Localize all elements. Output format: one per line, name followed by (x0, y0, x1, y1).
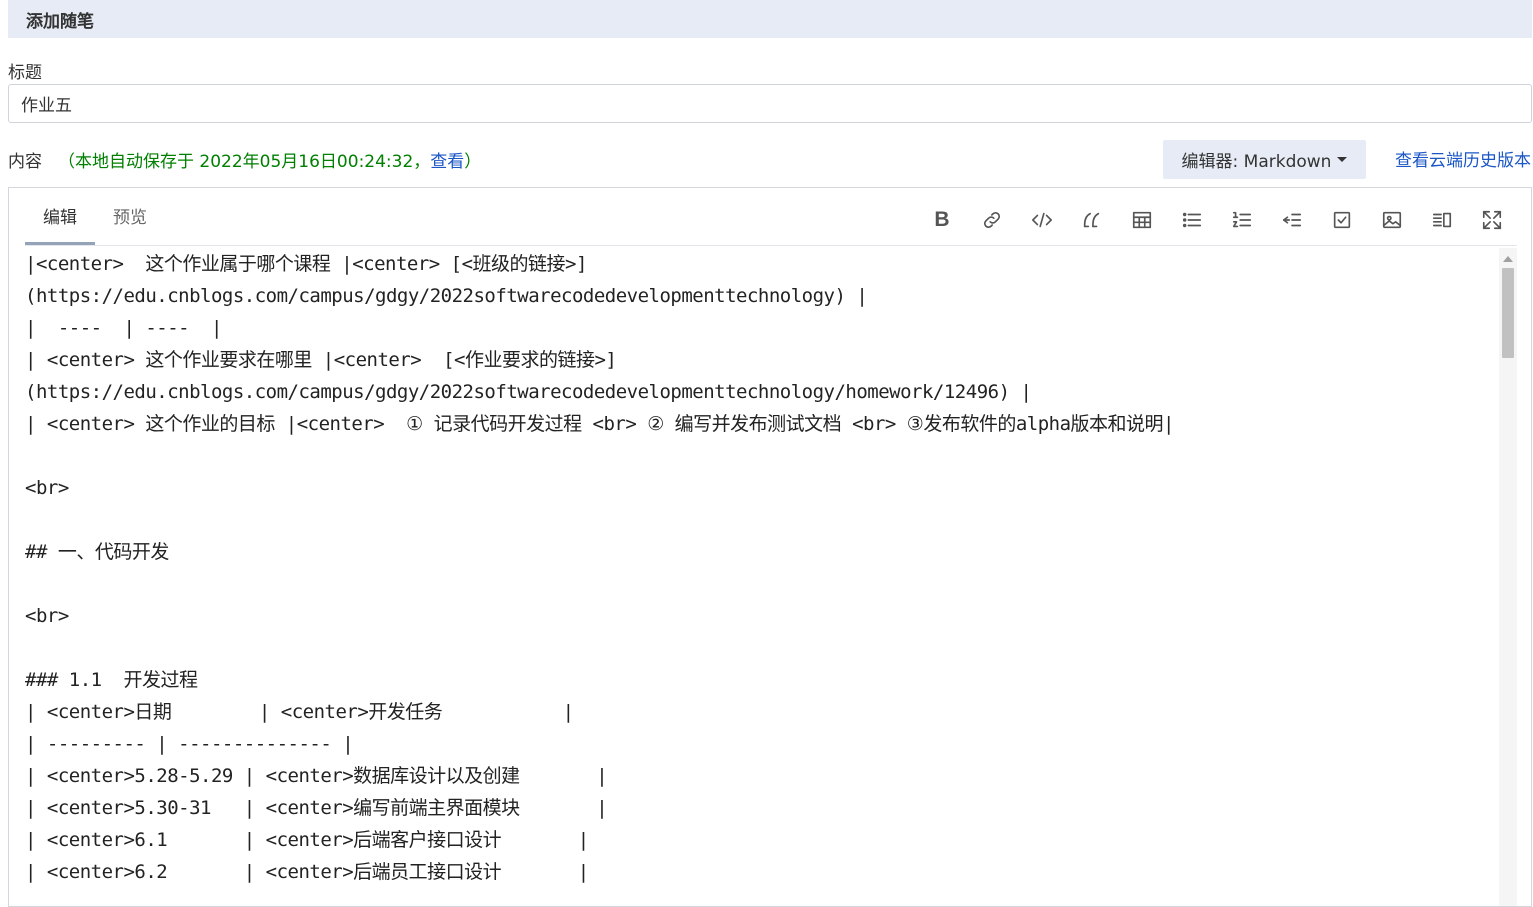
editor-line: | <center> 这个作业的目标 |<center> ① 记录代码开发过程 … (25, 413, 1174, 435)
scroll-up-arrow-icon[interactable] (1503, 256, 1513, 262)
tabs-divider (25, 245, 1517, 246)
quote-button[interactable] (1067, 202, 1117, 238)
editor-line: | <center> 这个作业要求在哪里 |<center> [<作业要求的链接… (25, 349, 617, 371)
scrollbar-thumb[interactable] (1502, 268, 1514, 358)
table-button[interactable] (1117, 202, 1167, 238)
editor-line: | <center>5.28-5.29 | <center>数据库设计以及创建 … (25, 765, 608, 787)
split-view-button[interactable] (1417, 202, 1467, 238)
link-icon (983, 211, 1001, 229)
cloud-history-link[interactable]: 查看云端历史版本 (1395, 146, 1531, 171)
tab-preview[interactable]: 预览 (95, 188, 165, 245)
editor-line: ## 一、代码开发 (25, 541, 169, 563)
code-button[interactable] (1017, 202, 1067, 238)
fullscreen-icon (1482, 210, 1502, 230)
outdent-button[interactable] (1267, 202, 1317, 238)
editor-line: | <center>6.2 | <center>后端员工接口设计 | (25, 861, 589, 883)
editor-line: |<center> 这个作业属于哪个课程 |<center> [<班级的链接>] (25, 253, 587, 275)
editor-line: | <center>6.1 | <center>后端客户接口设计 | (25, 829, 589, 851)
content-row: 内容 （本地自动保存于 2022年05月16日00:24:32，查看） (8, 146, 481, 172)
editor-select-dropdown[interactable]: 编辑器: Markdown (1163, 140, 1366, 179)
link-button[interactable] (967, 202, 1017, 238)
code-icon (1032, 212, 1052, 228)
numbered-list-icon (1232, 211, 1252, 228)
editor-line: ### 1.1 开发过程 (25, 669, 198, 691)
image-icon (1382, 211, 1402, 229)
bullet-list-button[interactable] (1167, 202, 1217, 238)
numbered-list-button[interactable] (1217, 202, 1267, 238)
page-header: 添加随笔 (8, 0, 1532, 38)
checkbox-button[interactable] (1317, 202, 1367, 238)
editor-line: | ---- | ---- | (25, 317, 222, 339)
editor-line: | <center>日期 | <center>开发任务 | (25, 701, 574, 723)
image-button[interactable] (1367, 202, 1417, 238)
page-title: 添加随笔 (26, 11, 94, 32)
editor-line: <br> (25, 477, 69, 499)
content-label: 内容 (8, 151, 42, 172)
outdent-icon (1282, 213, 1302, 227)
tab-edit[interactable]: 编辑 (25, 188, 95, 245)
editor-line: | <center>5.30-31 | <center>编写前端主界面模块 | (25, 797, 608, 819)
editor-line: (https://edu.cnblogs.com/campus/gdgy/202… (25, 285, 868, 307)
split-view-icon (1432, 212, 1452, 228)
checkbox-icon (1333, 211, 1351, 229)
editor-toolbar: B (917, 200, 1517, 240)
editor-line: | --------- | -------------- | (25, 733, 354, 755)
quote-icon (1083, 212, 1100, 228)
autosave-text: （本地自动保存于 2022年05月16日00:24:32， (58, 151, 431, 172)
title-input[interactable] (8, 84, 1532, 123)
caret-down-icon (1337, 157, 1348, 162)
editor-select-label: 编辑器: Markdown (1181, 152, 1332, 172)
editor-line: <br> (25, 605, 69, 627)
table-icon (1132, 211, 1152, 229)
bold-button[interactable]: B (917, 202, 967, 238)
bullet-list-icon (1182, 212, 1202, 228)
title-label: 标题 (8, 63, 42, 83)
editor-line: (https://edu.cnblogs.com/campus/gdgy/202… (25, 381, 1032, 403)
markdown-editor: 编辑 预览 B |<center> 这个作业属于哪个课程 |<center> [… (8, 187, 1532, 907)
fullscreen-button[interactable] (1467, 202, 1517, 238)
autosave-suffix: ） (464, 151, 482, 172)
autosave-view-link[interactable]: 查看 (430, 152, 464, 172)
editor-scrollbar[interactable] (1499, 248, 1517, 906)
markdown-textarea[interactable]: |<center> 这个作业属于哪个课程 |<center> [<班级的链接>]… (25, 248, 1501, 906)
editor-tabs: 编辑 预览 (25, 188, 165, 245)
bold-icon: B (934, 208, 950, 231)
autosave-status: （本地自动保存于 2022年05月16日00:24:32，查看） (58, 147, 481, 172)
